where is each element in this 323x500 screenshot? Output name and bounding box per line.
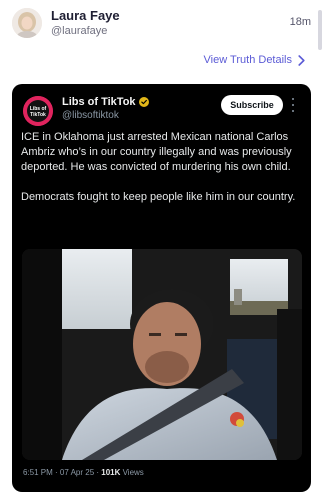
account-avatar[interactable]: Libs of TikTok — [23, 96, 53, 126]
account-name-label: Libs of TikTok — [62, 96, 136, 108]
user-avatar[interactable] — [12, 8, 42, 38]
scrollbar-thumb[interactable] — [318, 10, 322, 50]
view-count: 101K — [101, 468, 121, 477]
post-date: 6:51 PM · 07 Apr 25 · — [23, 468, 102, 477]
user-avatar-image — [12, 8, 42, 38]
post-meta: 6:51 PM · 07 Apr 25 · 101K Views — [23, 468, 144, 477]
post-text: ICE in Oklahoma just arrested Mexican na… — [21, 130, 305, 220]
post-paragraph-1: ICE in Oklahoma just arrested Mexican na… — [21, 131, 292, 173]
view-truth-details-link[interactable]: View Truth Details — [204, 54, 305, 66]
view-truth-details-label: View Truth Details — [203, 54, 292, 66]
avatar-text-bottom: TikTok — [30, 112, 46, 118]
truth-header: Laura Faye @laurafaye 18m — [0, 0, 323, 55]
subscribe-button[interactable]: Subscribe — [221, 95, 283, 115]
more-options-icon[interactable] — [291, 98, 295, 112]
embedded-post-card[interactable]: Libs of TikTok Libs of TikTok @libsoftik… — [12, 84, 311, 492]
post-timestamp: 18m — [289, 16, 311, 28]
user-handle[interactable]: @laurafaye — [51, 25, 107, 37]
display-name[interactable]: Laura Faye — [51, 8, 120, 23]
views-label: Views — [120, 468, 144, 477]
page-scrollbar[interactable] — [317, 0, 323, 500]
chevron-right-icon — [298, 54, 305, 66]
post-paragraph-2: Democrats fought to keep people like him… — [21, 191, 296, 203]
verified-badge-icon — [138, 97, 149, 107]
account-avatar-logo: Libs of TikTok — [23, 96, 53, 126]
post-media-image[interactable] — [22, 249, 302, 460]
media-photo — [22, 249, 302, 460]
account-handle[interactable]: @libsoftiktok — [62, 110, 119, 121]
account-name[interactable]: Libs of TikTok — [62, 96, 149, 108]
